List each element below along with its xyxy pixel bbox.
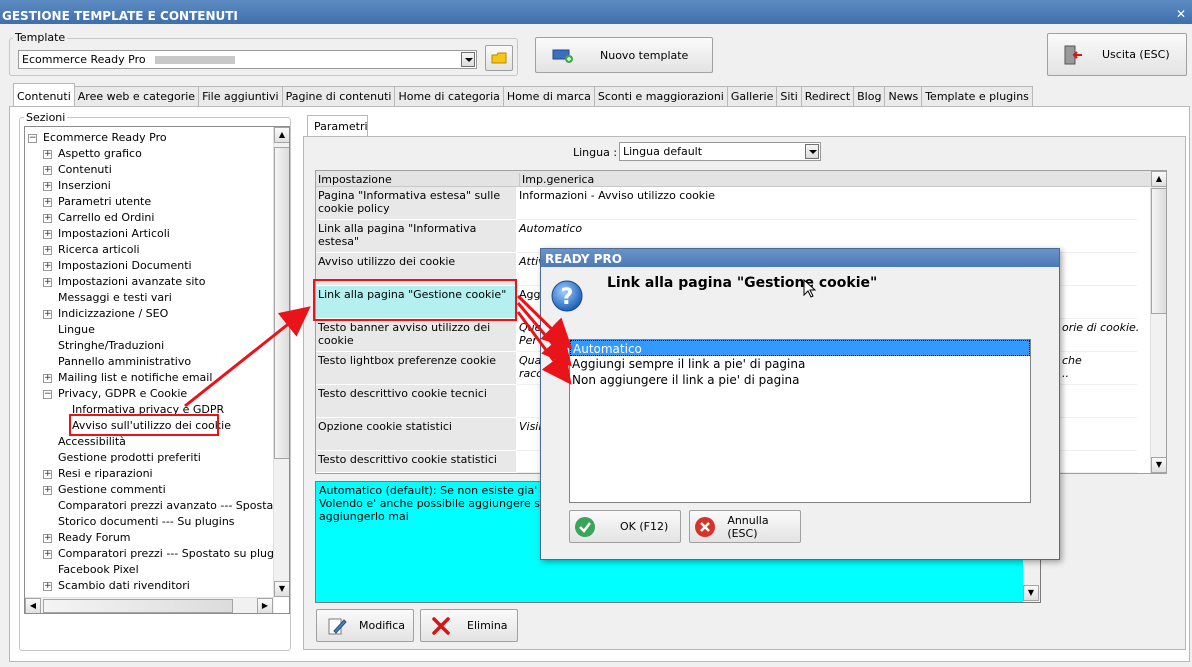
annotation-arrows [184, 294, 573, 408]
arrow-tree-to-grid [184, 306, 311, 408]
arrow-to-option-2 [516, 302, 572, 367]
